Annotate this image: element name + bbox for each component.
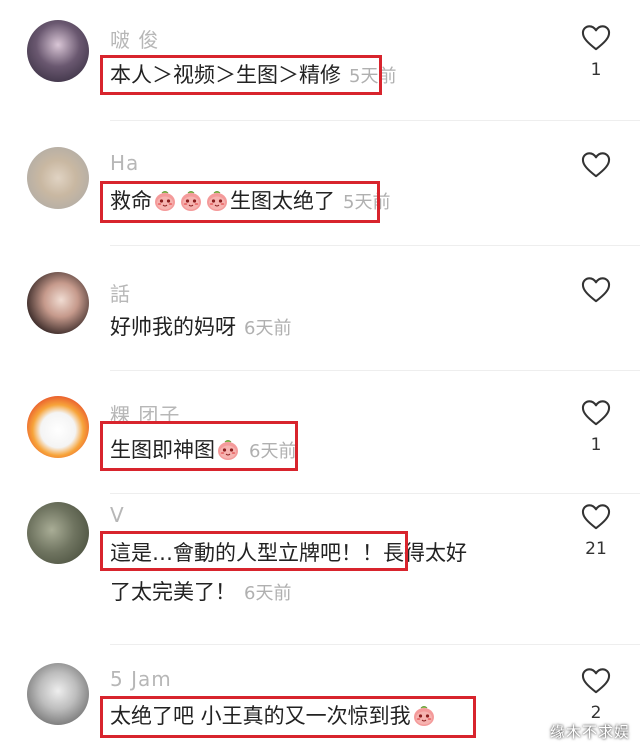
comment-text: 生图即神图 6天前	[110, 431, 296, 471]
like-button[interactable]: 2	[577, 667, 615, 723]
comment-text-line2: 了太完美了！ 6天前	[110, 573, 291, 613]
comment-username[interactable]: 5 Jam	[110, 667, 172, 691]
like-count: 21	[585, 539, 607, 559]
peach-emoji-icon	[179, 188, 203, 212]
like-button[interactable]	[577, 276, 615, 312]
like-button[interactable]: 21	[577, 503, 615, 559]
comment-username[interactable]: Ha	[110, 151, 139, 175]
comment-username[interactable]: V	[110, 503, 125, 527]
comment-body-suffix: 生图太绝了	[230, 189, 335, 213]
like-button[interactable]	[577, 151, 615, 187]
comment-text: 太绝了吧 小王真的又一次惊到我	[110, 697, 437, 735]
comment-item: Ha 救命 生图太绝了 5天前	[0, 121, 640, 245]
comment-item: 粿 团子 生图即神图 6天前 1	[0, 371, 640, 493]
avatar[interactable]	[27, 396, 89, 458]
avatar[interactable]	[27, 663, 89, 725]
peach-emoji-icon	[153, 188, 177, 212]
avatar[interactable]	[27, 147, 89, 209]
peach-emoji-icon	[216, 437, 240, 461]
comment-body: 本人＞视频＞生图＞精修	[110, 63, 341, 87]
comment-body: 生图即神图	[110, 438, 215, 462]
comment-username[interactable]: 啵 俊	[110, 24, 159, 53]
comment-username[interactable]: 粿 团子	[110, 399, 180, 428]
comment-text: 好帅我的妈呀 6天前	[110, 308, 291, 348]
comment-body-prefix: 救命	[110, 189, 152, 213]
comment-item: 啵 俊 本人＞视频＞生图＞精修 5天前 1	[0, 0, 640, 120]
comment-time: 6天前	[244, 583, 292, 604]
comment-time: 5天前	[343, 192, 391, 213]
heart-outline-icon[interactable]	[581, 151, 611, 179]
comment-username[interactable]: 話	[110, 278, 131, 307]
comment-body: 這是…會動的人型立牌吧！！長得太好	[110, 541, 467, 565]
comment-body: 好帅我的妈呀	[110, 315, 236, 339]
comment-item: V 這是…會動的人型立牌吧！！長得太好 了太完美了！ 6天前 21	[0, 494, 640, 644]
like-button[interactable]: 1	[577, 399, 615, 455]
heart-outline-icon[interactable]	[581, 276, 611, 304]
avatar[interactable]	[27, 20, 89, 82]
heart-outline-icon[interactable]	[581, 667, 611, 695]
comment-time: 5天前	[349, 66, 397, 87]
comment-item: 5 Jam 太绝了吧 小王真的又一次惊到我 2	[0, 645, 640, 748]
peach-emoji-icon	[412, 703, 436, 727]
comment-item: 話 好帅我的妈呀 6天前	[0, 246, 640, 370]
like-count: 2	[590, 703, 602, 723]
comment-text: 本人＞视频＞生图＞精修 5天前	[110, 56, 396, 96]
watermark-text: 缘木不求娱	[549, 723, 630, 741]
heart-outline-icon[interactable]	[581, 503, 611, 531]
heart-outline-icon[interactable]	[581, 399, 611, 427]
avatar[interactable]	[27, 502, 89, 564]
peach-emoji-icon	[205, 188, 229, 212]
comment-text-line1: 這是…會動的人型立牌吧！！長得太好	[110, 534, 467, 572]
like-count: 1	[590, 435, 602, 455]
comment-body: 了太完美了！	[110, 580, 236, 604]
avatar[interactable]	[27, 272, 89, 334]
like-button[interactable]: 1	[577, 24, 615, 80]
comment-time: 6天前	[244, 318, 292, 339]
comment-body: 太绝了吧 小王真的又一次惊到我	[110, 704, 411, 728]
heart-outline-icon[interactable]	[581, 24, 611, 52]
comment-text: 救命 生图太绝了 5天前	[110, 182, 390, 222]
like-count: 1	[590, 60, 602, 80]
comment-time: 6天前	[249, 441, 297, 462]
